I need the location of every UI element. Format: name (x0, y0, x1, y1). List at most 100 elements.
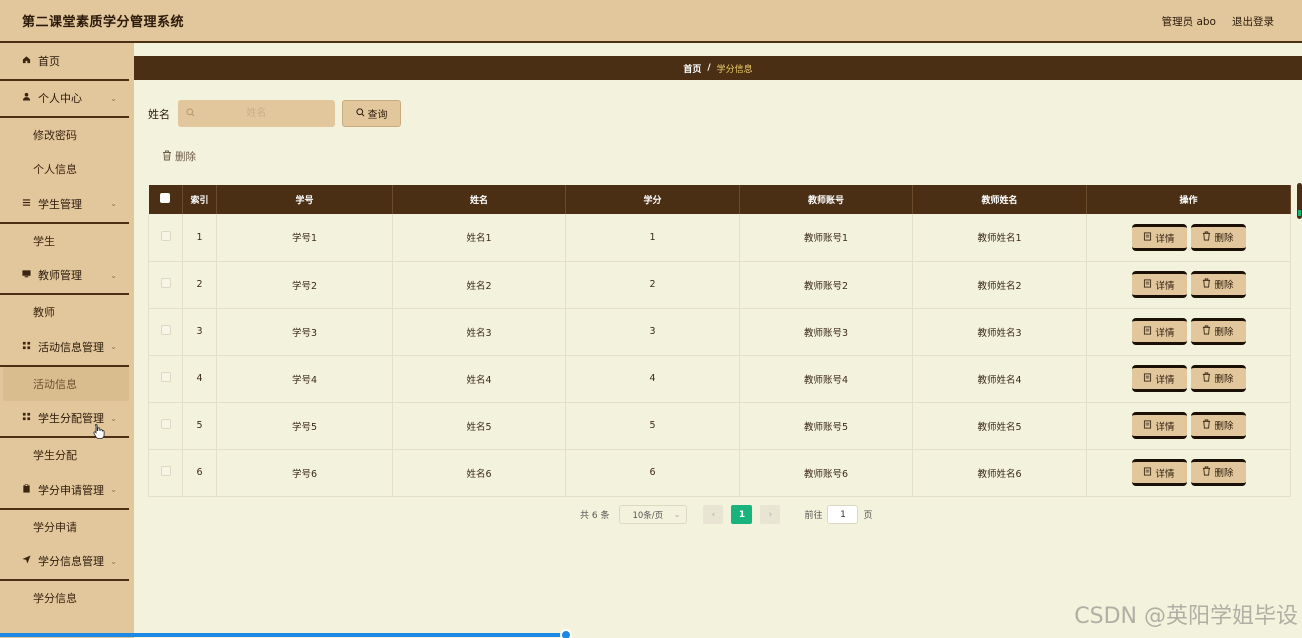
page-suffix: 页 (863, 511, 873, 521)
detail-button[interactable]: 详情 (1131, 271, 1187, 299)
table-header-row: 索引 学号 姓名 学分 教师账号 教师姓名 操作 (148, 185, 1291, 214)
page-size-value: 10条/页 (632, 510, 664, 521)
detail-button-label: 详情 (1155, 233, 1175, 245)
sidebar-menu-6[interactable]: 教师管理 ⌄ (0, 258, 129, 295)
detail-button[interactable]: 详情 (1131, 365, 1187, 393)
chevron-down-icon: ⌄ (110, 199, 117, 209)
search-input[interactable] (178, 100, 335, 127)
row-checkbox[interactable] (160, 325, 171, 335)
row-checkbox[interactable] (160, 230, 171, 241)
row-checkbox[interactable] (160, 278, 171, 288)
table-row: 1 学号1 姓名1 1 教师账号1 教师姓名1 详情 删除 (148, 214, 1291, 262)
column-header: 索引 (182, 185, 217, 214)
sidebar-menu-4[interactable]: 学生管理 ⌄ (0, 186, 129, 224)
detail-button[interactable]: 详情 (1131, 412, 1187, 440)
cell-name: 姓名6 (392, 449, 566, 497)
logout-link[interactable]: 退出登录 (1232, 14, 1274, 29)
hand-cursor-icon (93, 423, 105, 443)
cell-teacher-name: 教师姓名6 (912, 449, 1087, 497)
chevron-left-icon: ‹ (711, 509, 716, 520)
send-icon (22, 555, 34, 567)
cell-index: 2 (182, 261, 217, 309)
sidebar-subitem-5[interactable]: 学生 (0, 224, 129, 258)
trash-icon (1202, 231, 1211, 244)
sidebar-menu-10[interactable]: 学生分配管理 ⌄ (0, 401, 129, 438)
scrollbar[interactable] (1297, 183, 1302, 219)
user-icon (22, 92, 34, 104)
query-button[interactable]: 查询 (342, 100, 401, 127)
sidebar-subitem-15[interactable]: 学分信息 (0, 581, 129, 615)
delete-button[interactable]: 删除 (1190, 411, 1246, 439)
sidebar-menu-14[interactable]: 学分信息管理 ⌄ (0, 544, 129, 581)
document-icon (1143, 231, 1152, 244)
sidebar-menu-12[interactable]: 学分申请管理 ⌄ (0, 472, 129, 510)
sidebar-menu-label: 个人中心 (38, 92, 82, 106)
cell-name: 姓名2 (392, 261, 566, 309)
sidebar-subitem-3[interactable]: 个人信息 (0, 152, 129, 186)
trash-icon (1202, 372, 1211, 385)
sidebar-subitem-7[interactable]: 教师 (0, 295, 129, 329)
video-progress-bar[interactable] (0, 633, 567, 637)
row-select-cell (148, 402, 183, 450)
sidebar-menu-0[interactable]: 首页 (0, 43, 129, 81)
sidebar-menu-8[interactable]: 活动信息管理 ⌄ (0, 329, 129, 367)
search-label: 姓名 (148, 107, 170, 121)
cell-credit: 4 (565, 355, 740, 403)
delete-button[interactable]: 删除 (1190, 223, 1246, 251)
cell-teacher-account: 教师账号1 (739, 214, 913, 262)
sidebar-subitem-11[interactable]: 学生分配 (0, 438, 129, 472)
search-row: 姓名 查询 (148, 100, 401, 127)
delete-button[interactable]: 删除 (1190, 364, 1246, 392)
trash-icon (1202, 419, 1211, 432)
cell-xuehao: 学号6 (216, 449, 393, 497)
cell-teacher-account: 教师账号3 (739, 308, 913, 356)
cell-name: 姓名4 (392, 355, 566, 403)
goto-page-input[interactable]: 1 (827, 505, 859, 524)
sidebar-menu-1[interactable]: 个人中心 ⌄ (0, 81, 129, 118)
sidebar-subitem-2[interactable]: 修改密码 (0, 118, 129, 152)
sidebar: 首页个人中心 ⌄ 修改密码 个人信息 学生管理 ⌄ 学生 教师管理 ⌄ 教师 活动信息管理 ⌄ 活动信息… (0, 43, 134, 638)
chevron-down-icon: ⌄ (673, 510, 681, 519)
sidebar-subitem-13[interactable]: 学分申请 (0, 510, 129, 544)
cell-credit: 2 (565, 261, 740, 309)
page-button[interactable]: 1 (731, 505, 753, 524)
row-select-cell (148, 214, 183, 262)
breadcrumb-home[interactable]: 首页 (683, 62, 701, 75)
delete-button[interactable]: 删除 (1190, 270, 1246, 298)
detail-button[interactable]: 详情 (1131, 318, 1187, 346)
column-header: 学分 (565, 185, 740, 214)
cell-actions: 详情 删除 (1086, 355, 1291, 403)
delete-button-label: 删除 (1214, 374, 1234, 386)
row-checkbox[interactable] (160, 372, 171, 382)
detail-button[interactable]: 详情 (1131, 224, 1187, 251)
sidebar-menu-label: 首页 (38, 54, 60, 68)
watermark: CSDN @英阳学姐毕设 (1074, 604, 1298, 629)
sidebar-subitem-9[interactable]: 活动信息 (3, 366, 129, 401)
cell-teacher-name: 教师姓名5 (912, 402, 1087, 450)
delete-button[interactable]: 删除 (1190, 458, 1246, 486)
cell-name: 姓名1 (392, 214, 566, 262)
chevron-down-icon: ⌄ (110, 342, 117, 352)
detail-button[interactable]: 详情 (1131, 459, 1187, 487)
row-checkbox[interactable] (160, 419, 171, 429)
select-all-checkbox[interactable] (160, 193, 171, 203)
row-checkbox[interactable] (160, 466, 171, 476)
home-icon (22, 55, 34, 67)
page-size-select[interactable]: 10条/页 ⌄ (619, 505, 688, 524)
chevron-down-icon: ⌄ (110, 485, 117, 495)
progress-handle[interactable] (560, 629, 572, 638)
document-icon (1143, 420, 1152, 432)
trash-icon (1202, 278, 1211, 291)
cell-name: 姓名5 (392, 402, 566, 450)
search-icon (186, 107, 195, 120)
next-page-button[interactable]: › (760, 505, 781, 524)
cell-actions: 详情 删除 (1086, 449, 1291, 497)
cell-credit: 5 (565, 402, 740, 450)
prev-page-button[interactable]: ‹ (703, 505, 724, 524)
cell-index: 6 (182, 449, 217, 497)
table-row: 2 学号2 姓名2 2 教师账号2 教师姓名2 详情 删除 (148, 261, 1291, 309)
batch-delete-button[interactable]: 删除 (162, 149, 196, 164)
detail-button-label: 详情 (1155, 374, 1175, 386)
chevron-down-icon: ⌄ (110, 93, 117, 103)
delete-button[interactable]: 删除 (1190, 317, 1246, 345)
